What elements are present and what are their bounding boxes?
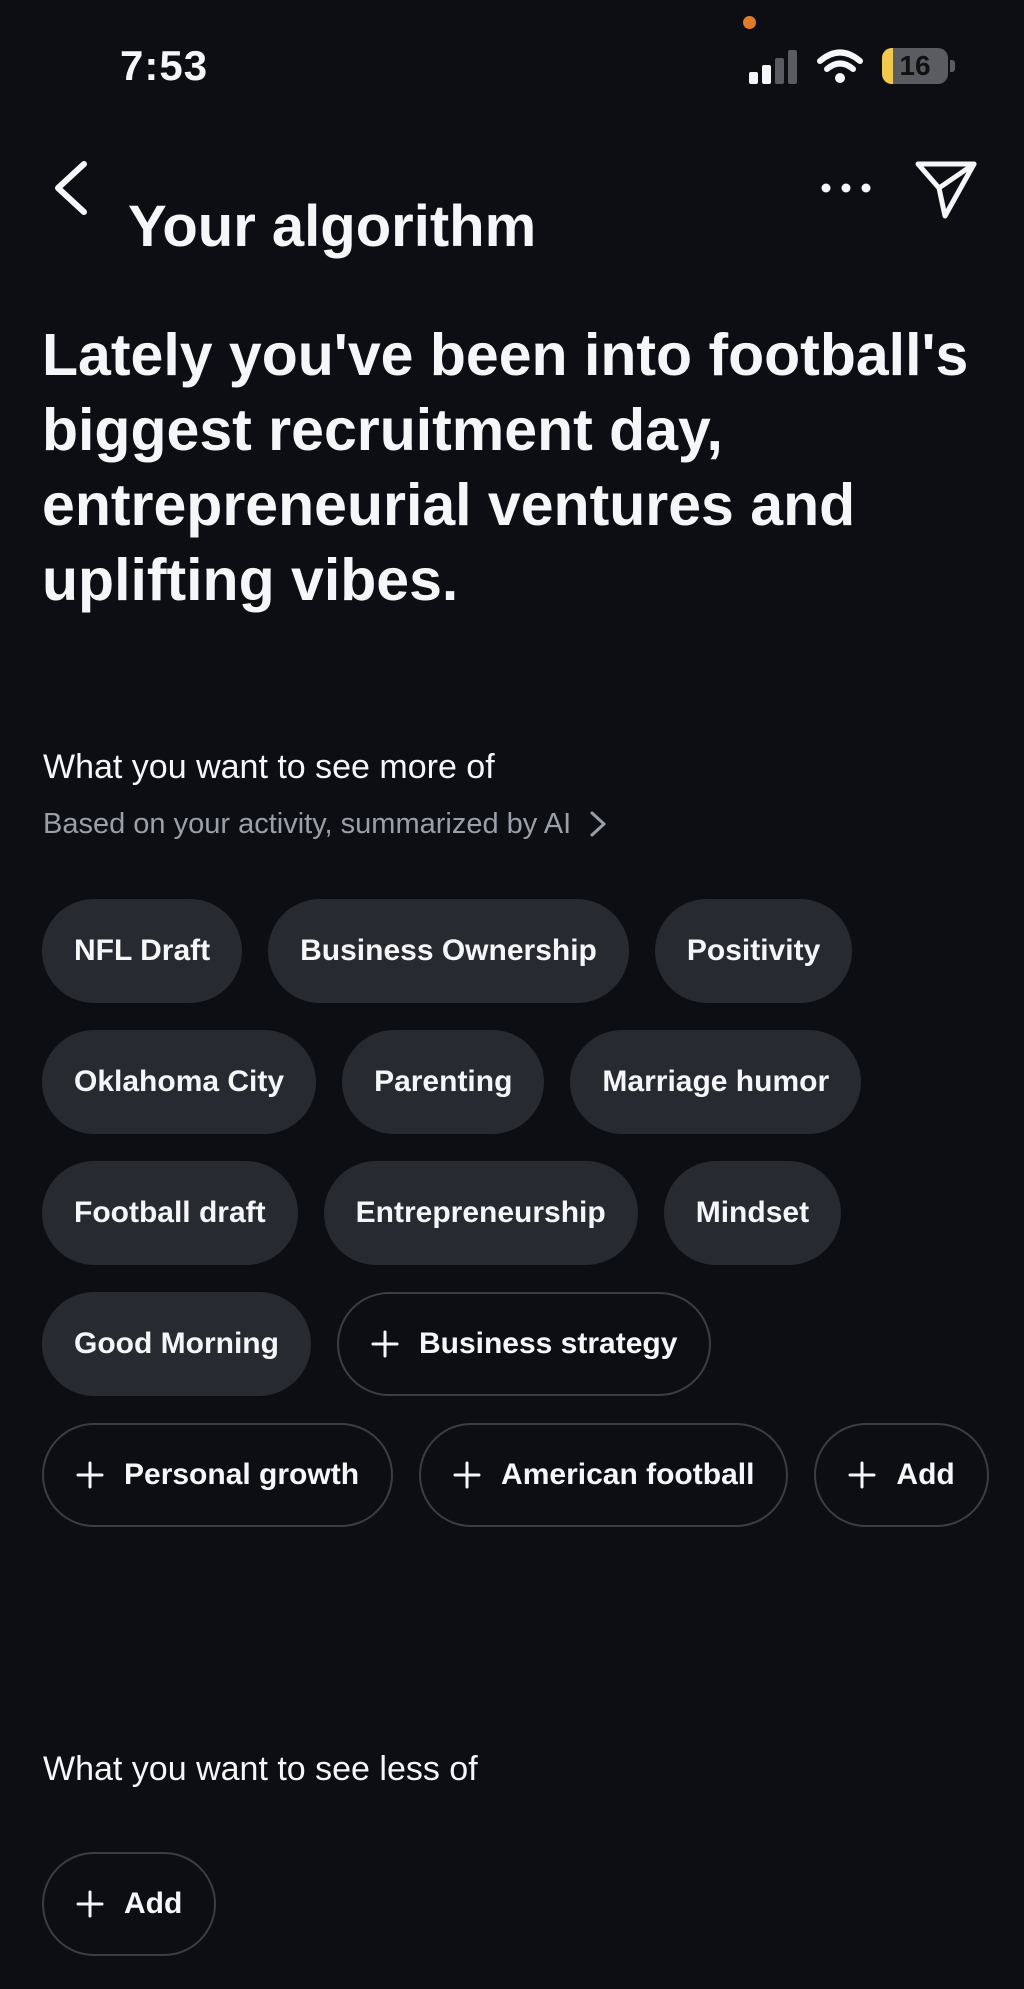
topic-chip-label: Marriage humor [602, 1065, 830, 1098]
topic-chip[interactable]: Football draft [42, 1161, 298, 1265]
topic-chip[interactable]: Positivity [654, 899, 853, 1003]
suggested-topic-chip[interactable]: Business strategy [336, 1292, 712, 1396]
battery-cap [950, 60, 955, 72]
ellipsis-icon[interactable] [816, 160, 876, 216]
activity-summary-link[interactable]: Based on your activity, summarized by AI [43, 804, 607, 844]
see-more-topics: NFL Draft Business Ownership Positivity … [42, 899, 1002, 1527]
topic-chip-label: Oklahoma City [74, 1065, 285, 1098]
topic-chip-label: Mindset [695, 1196, 810, 1229]
suggested-topic-chip[interactable]: Personal growth [42, 1423, 394, 1527]
suggested-topic-label: American football [501, 1458, 755, 1491]
page-title: Your algorithm [128, 193, 537, 259]
plus-icon [453, 1461, 481, 1489]
add-label: Add [896, 1458, 955, 1491]
topic-chip-label: Good Morning [74, 1327, 279, 1360]
see-less-topics: Add [42, 1852, 1002, 1956]
battery-icon: 16 [882, 48, 955, 84]
plus-icon [76, 1461, 104, 1489]
plus-icon [76, 1890, 104, 1918]
signal-icon [749, 50, 797, 84]
topic-chip[interactable]: Business Ownership [268, 899, 629, 1003]
topic-chip[interactable]: Parenting [342, 1030, 545, 1134]
suggested-topic-label: Business strategy [418, 1327, 678, 1360]
topic-chip-label: NFL Draft [74, 934, 211, 967]
battery-level: 16 [899, 50, 931, 81]
topic-chip[interactable]: Entrepreneurship [323, 1161, 638, 1265]
header: Your algorithm [0, 140, 1024, 259]
see-more-section-title: What you want to see more of [43, 748, 495, 786]
send-icon[interactable] [914, 158, 978, 222]
topic-chip-label: Parenting [374, 1065, 513, 1098]
topic-chip[interactable]: Marriage humor [570, 1030, 862, 1134]
topic-chip-label: Business Ownership [300, 934, 597, 967]
wifi-icon [817, 49, 863, 83]
chevron-right-icon [590, 811, 606, 837]
topic-chip-label: Entrepreneurship [355, 1196, 606, 1229]
topic-chip[interactable]: NFL Draft [42, 899, 243, 1003]
see-less-section-title: What you want to see less of [43, 1750, 478, 1788]
battery-body: 16 [882, 48, 948, 84]
activity-summary-text: Based on your activity, summarized by AI [43, 807, 572, 840]
add-more-topic-button[interactable]: Add [814, 1423, 989, 1527]
suggested-topic-chip[interactable]: American football [419, 1423, 789, 1527]
plus-icon [848, 1461, 876, 1489]
algorithm-summary-headline: Lately you've been into football's bigge… [42, 322, 969, 613]
topic-chip[interactable]: Oklahoma City [42, 1030, 317, 1134]
topic-chip-label: Positivity [686, 934, 821, 967]
status-time: 7:53 [120, 42, 209, 89]
topic-chip[interactable]: Good Morning [42, 1292, 311, 1396]
chevron-left-icon[interactable] [42, 154, 106, 222]
status-bar: 7:53 16 [0, 0, 1024, 110]
privacy-indicator-dot [743, 16, 756, 29]
topic-chip[interactable]: Mindset [663, 1161, 842, 1265]
topic-chip-label: Football draft [74, 1196, 266, 1229]
add-less-topic-button[interactable]: Add [42, 1852, 217, 1956]
add-label: Add [124, 1887, 183, 1920]
suggested-topic-label: Personal growth [124, 1458, 360, 1491]
plus-icon [371, 1330, 399, 1358]
